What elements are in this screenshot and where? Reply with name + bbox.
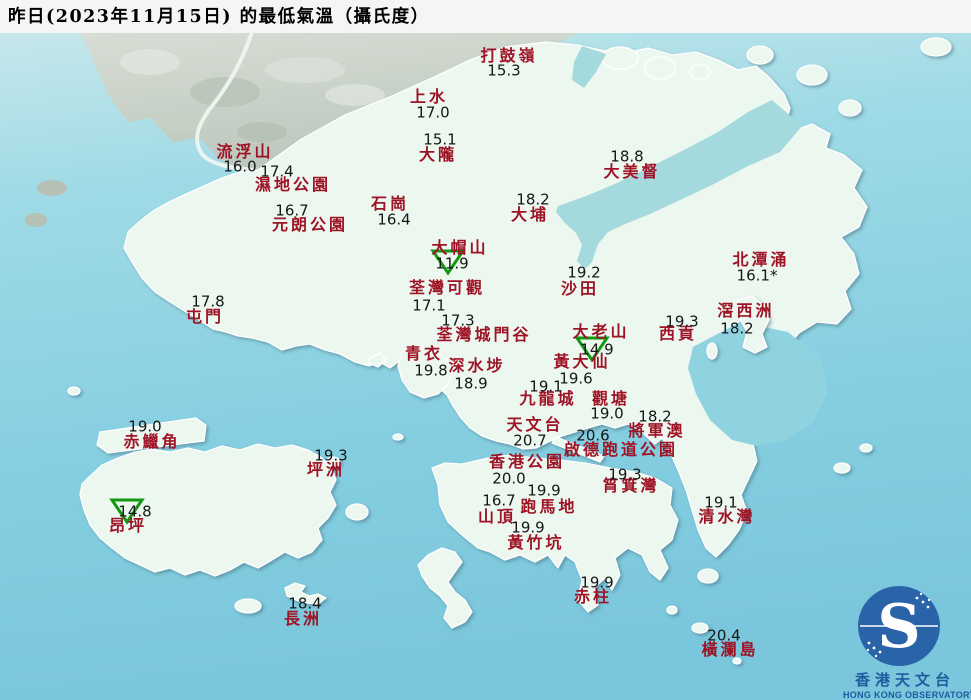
station-value: 19.6: [559, 369, 593, 388]
station-value: 20.4: [707, 626, 741, 645]
station-value: 19.3: [608, 465, 642, 484]
station-value: 17.4: [260, 162, 294, 181]
station-value: 20.7: [513, 431, 547, 450]
station-value: 20.6: [576, 426, 610, 445]
station-name: 赤鱲角: [123, 432, 181, 451]
station-value: 17.8: [191, 292, 225, 311]
station-value: 19.1: [704, 493, 738, 512]
po-toi-island: [691, 622, 709, 634]
station-value: 14.8: [118, 502, 152, 521]
station-name: 大美督: [603, 162, 661, 181]
station-value: 16.4: [377, 210, 411, 229]
station-name: 黃竹坑: [507, 533, 565, 552]
station-value: 19.3: [314, 446, 348, 465]
station-name: 黃大仙: [553, 352, 611, 371]
station-value: 15.3: [487, 61, 521, 80]
station-value: 18.2: [720, 319, 754, 338]
mirs-bay-island: [601, 46, 639, 70]
station-value: 16.7: [482, 491, 516, 510]
station-value: 11.9: [435, 254, 469, 273]
map-base-geography: [0, 0, 971, 700]
station-name: 跑馬地: [520, 497, 578, 516]
station-name: 沙田: [560, 279, 600, 298]
station-name: 山頂: [477, 507, 517, 526]
station-name: 青衣: [404, 344, 444, 363]
station-value: 18.8: [610, 147, 644, 166]
small-island: [666, 605, 678, 615]
kau-yi-chau-island: [392, 433, 404, 441]
map-title: 昨日(2023年11月15日) 的最低氣溫（攝氏度）: [8, 7, 430, 27]
hko-logo-name-zh: 香港天文台: [854, 672, 955, 689]
station-value: 19.2: [567, 263, 601, 282]
mirs-bay-island: [838, 99, 862, 117]
station-value: 16.1*: [736, 266, 778, 285]
hko-logo-name-en: HONG KONG OBSERVATORY: [843, 689, 971, 700]
deep-bay-islet: [37, 180, 67, 196]
station-value: 19.0: [128, 417, 162, 436]
hko-logo: S 香港天文台 HONG KONG OBSERVATORY: [843, 572, 971, 700]
station-value: 18.2: [638, 407, 672, 426]
station-value: 16.0: [223, 157, 257, 176]
station-name: 深水埗: [448, 356, 506, 375]
mirs-bay-island: [746, 45, 774, 65]
station-value: 19.1: [529, 377, 563, 396]
station-value: 20.0: [492, 469, 526, 488]
sha-chau-island: [67, 386, 81, 396]
hk-min-temperature-map: 昨日(2023年11月15日) 的最低氣溫（攝氏度） 打鼓嶺 15.3 上水 17.0…: [0, 0, 971, 700]
station-value: 19.9: [511, 518, 545, 537]
station-value: 15.1: [423, 130, 457, 149]
station-value: 18.2: [516, 190, 550, 209]
ninepin-island: [833, 462, 851, 474]
ninepin-island: [859, 443, 873, 453]
tung-lung-island: [697, 568, 719, 584]
hei-ling-chau-island: [345, 503, 369, 521]
shek-kwu-chau-island: [234, 598, 262, 614]
station-name: 香港公園: [488, 452, 566, 471]
hko-logo-emblem: S: [858, 586, 940, 666]
northeast-island: [920, 37, 952, 57]
station-value: 17.0: [416, 103, 450, 122]
station-value: 19.0: [590, 404, 624, 423]
station-value: 19.3: [665, 312, 699, 331]
station-value: 19.9: [580, 573, 614, 592]
deep-bay-islet: [25, 213, 47, 227]
mirs-bay-island: [644, 56, 676, 80]
station-value: 16.7: [275, 201, 309, 220]
sharp-island: [706, 342, 718, 360]
station-name: 大埔: [510, 205, 550, 224]
station-value: 18.4: [288, 594, 322, 613]
station-name: 滘西洲: [717, 301, 775, 320]
mirs-bay-island: [689, 64, 711, 80]
mirs-bay-island: [796, 64, 828, 86]
station-name: 荃灣可觀: [408, 278, 486, 297]
station-name: 大老山: [572, 322, 630, 341]
station-name: 屯門: [185, 307, 225, 326]
svg-text:S: S: [877, 592, 920, 662]
station-value: 19.9: [527, 481, 561, 500]
station-value: 18.9: [454, 374, 488, 393]
station-name: 長洲: [283, 609, 323, 628]
station-value: 19.8: [414, 361, 448, 380]
station-name: 大隴: [418, 145, 458, 164]
station-value: 17.3: [441, 311, 475, 330]
